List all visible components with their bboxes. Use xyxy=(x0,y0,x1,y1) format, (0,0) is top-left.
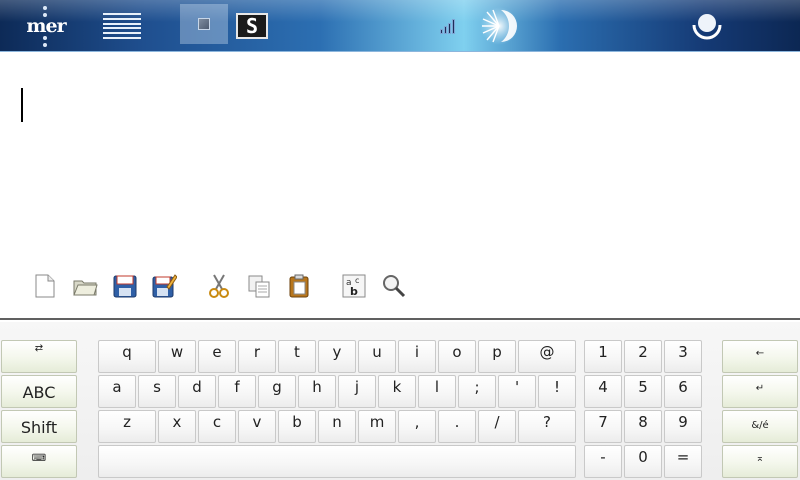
key-2[interactable]: 2 xyxy=(624,340,662,373)
key-8[interactable]: 8 xyxy=(624,410,662,443)
key-period[interactable]: . xyxy=(438,410,476,443)
key-p[interactable]: p xyxy=(478,340,516,373)
key-w[interactable]: w xyxy=(158,340,196,373)
power-icon[interactable] xyxy=(690,4,724,48)
menu-icon[interactable] xyxy=(100,4,144,48)
spellcheck-icon[interactable]: acb xyxy=(341,273,367,299)
app-tab-icon[interactable] xyxy=(180,4,228,44)
key-u[interactable]: u xyxy=(358,340,396,373)
key-k[interactable]: k xyxy=(378,375,416,408)
key-f[interactable]: f xyxy=(218,375,256,408)
enter-key[interactable]: ↵ xyxy=(722,375,798,408)
symbols-key[interactable]: &/é xyxy=(722,410,798,443)
key-j[interactable]: j xyxy=(338,375,376,408)
key-i[interactable]: i xyxy=(398,340,436,373)
key-exclamation[interactable]: ! xyxy=(538,375,576,408)
backspace-key[interactable]: ← xyxy=(722,340,798,373)
key-m[interactable]: m xyxy=(358,410,396,443)
key-apostrophe[interactable]: ' xyxy=(498,375,536,408)
key-h[interactable]: h xyxy=(298,375,336,408)
new-document-icon[interactable] xyxy=(32,273,58,299)
key-e[interactable]: e xyxy=(198,340,236,373)
key-o[interactable]: o xyxy=(438,340,476,373)
brightness-icon[interactable] xyxy=(478,4,520,48)
key-t[interactable]: t xyxy=(278,340,316,373)
key-slash[interactable]: / xyxy=(478,410,516,443)
key-9[interactable]: 9 xyxy=(664,410,702,443)
key-1[interactable]: 1 xyxy=(584,340,622,373)
copy-icon[interactable] xyxy=(246,273,272,299)
key-comma[interactable]: , xyxy=(398,410,436,443)
abc-key[interactable]: ABC xyxy=(1,375,77,408)
key-at[interactable]: @ xyxy=(518,340,576,373)
key-5[interactable]: 5 xyxy=(624,375,662,408)
key-q[interactable]: q xyxy=(98,340,156,373)
save-as-icon[interactable] xyxy=(151,273,178,299)
save-icon[interactable] xyxy=(112,273,138,299)
key-3[interactable]: 3 xyxy=(664,340,702,373)
key-n[interactable]: n xyxy=(318,410,356,443)
key-c[interactable]: c xyxy=(198,410,236,443)
editor-toolbar: acb xyxy=(0,264,800,320)
open-folder-icon[interactable] xyxy=(72,273,98,299)
key-6[interactable]: 6 xyxy=(664,375,702,408)
space-key[interactable] xyxy=(98,445,576,478)
key-b[interactable]: b xyxy=(278,410,316,443)
key-z[interactable]: z xyxy=(98,410,156,443)
close-keyboard-key[interactable]: ⌅ xyxy=(722,445,798,478)
shift-key[interactable]: Shift xyxy=(1,410,77,443)
editor-window: mer S a c b ⇄ ABC Shift ⌨ q w e r t y u … xyxy=(0,0,800,480)
text-editor[interactable] xyxy=(0,53,800,263)
key-4[interactable]: 4 xyxy=(584,375,622,408)
switch-layout-key[interactable]: ⇄ xyxy=(1,340,77,373)
mer-logo[interactable]: mer xyxy=(18,4,74,48)
text-caret xyxy=(21,88,23,122)
key-minus[interactable]: - xyxy=(584,445,622,478)
key-r[interactable]: r xyxy=(238,340,276,373)
key-semicolon[interactable]: ; xyxy=(458,375,496,408)
key-g[interactable]: g xyxy=(258,375,296,408)
key-v[interactable]: v xyxy=(238,410,276,443)
hide-keyboard-key[interactable]: ⌨ xyxy=(1,445,77,478)
top-panel: mer S xyxy=(0,0,800,52)
terminal-icon[interactable]: S xyxy=(234,4,270,48)
key-l[interactable]: l xyxy=(418,375,456,408)
key-y[interactable]: y xyxy=(318,340,356,373)
key-7[interactable]: 7 xyxy=(584,410,622,443)
key-equals[interactable]: = xyxy=(664,445,702,478)
key-s[interactable]: s xyxy=(138,375,176,408)
key-d[interactable]: d xyxy=(178,375,216,408)
key-0[interactable]: 0 xyxy=(624,445,662,478)
key-a[interactable]: a xyxy=(98,375,136,408)
cut-icon[interactable] xyxy=(206,273,232,299)
paste-icon[interactable] xyxy=(286,273,312,299)
key-question[interactable]: ? xyxy=(518,410,576,443)
virtual-keyboard: ⇄ ABC Shift ⌨ q w e r t y u i o p @ a s … xyxy=(0,322,800,480)
svg-text:c: c xyxy=(355,276,359,285)
key-x[interactable]: x xyxy=(158,410,196,443)
find-icon[interactable] xyxy=(381,273,407,299)
signal-icon[interactable] xyxy=(436,4,458,48)
svg-text:b: b xyxy=(350,285,358,298)
